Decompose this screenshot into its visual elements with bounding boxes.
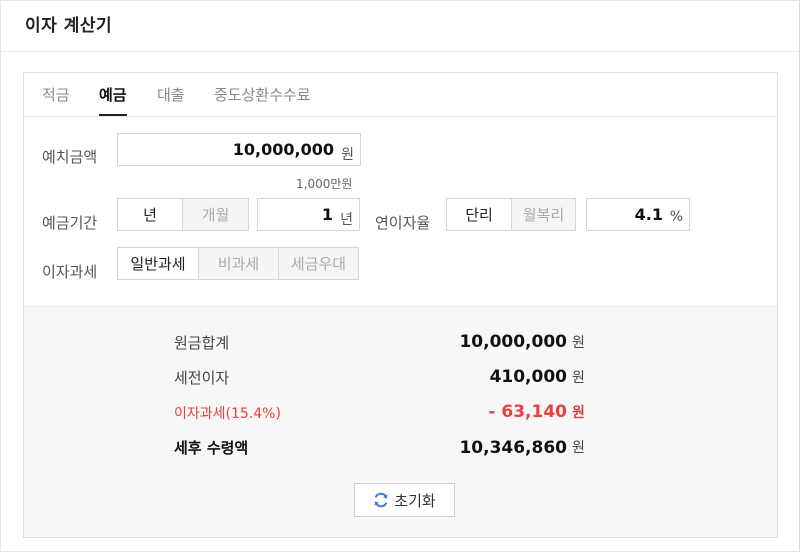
pretax-interest-unit: 원 [572, 370, 585, 386]
principal-total-label: 원금합계 [174, 334, 230, 352]
tab-deposit[interactable]: 예금 [99, 84, 127, 116]
principal-total-value: 10,000,000 [459, 332, 567, 352]
tab-prepayment-fee[interactable]: 중도상환수수료 [214, 84, 311, 116]
deposit-period-value: 1 [321, 205, 333, 224]
deposit-period-unit: 년 [340, 212, 353, 228]
app-title: 이자 계산기 [25, 16, 113, 36]
tax-exempt-button[interactable]: 비과세 [198, 248, 278, 279]
interest-tax-label: 이자과세 [42, 263, 98, 281]
interest-tax-result-value: - 63,140 [488, 402, 567, 422]
monthly-compound-button[interactable]: 월복리 [511, 199, 575, 230]
deposit-period-input[interactable]: 1 년 [257, 198, 360, 231]
annual-rate-unit: % [669, 209, 683, 225]
net-amount-value: 10,346,860 [459, 438, 567, 458]
calculator-panel: 적금 예금 대출 중도상환수수료 예치금액 10,000,000 원 1,000… [23, 72, 778, 538]
pretax-interest-value: 410,000 [489, 367, 567, 387]
result-area: 원금합계 10,000,000 원 세전이자 410,000 원 이자과세(15… [24, 306, 777, 537]
net-amount-label: 세후 수령액 [174, 439, 249, 457]
annual-rate-label: 연이자율 [375, 214, 431, 232]
tax-preferential-button[interactable]: 세금우대 [278, 248, 358, 279]
interest-tax-result-unit: 원 [572, 405, 585, 421]
tab-bar: 적금 예금 대출 중도상환수수료 [24, 73, 777, 117]
deposit-amount-label: 예치금액 [42, 148, 98, 166]
deposit-amount-value: 10,000,000 [232, 140, 334, 159]
reset-button-label: 초기화 [394, 491, 436, 510]
deposit-period-label: 예금기간 [42, 214, 98, 232]
simple-interest-button[interactable]: 단리 [447, 199, 511, 230]
calculator-window: 이자 계산기 적금 예금 대출 중도상환수수료 예치금액 10,000,000 … [0, 0, 800, 552]
deposit-amount-unit: 원 [341, 147, 354, 163]
header: 이자 계산기 [1, 1, 799, 52]
annual-rate-input[interactable]: 4.1 % [586, 198, 690, 231]
annual-rate-value: 4.1 [634, 205, 663, 224]
pretax-interest-label: 세전이자 [174, 369, 230, 387]
interest-tax-result-label: 이자과세(15.4%) [174, 406, 281, 422]
principal-total-unit: 원 [572, 335, 585, 351]
net-amount-unit: 원 [572, 440, 585, 456]
period-unit-month-button[interactable]: 개월 [182, 199, 248, 230]
interest-type-toggle: 단리 월복리 [446, 198, 576, 231]
refresh-icon [373, 492, 389, 508]
period-unit-year-button[interactable]: 년 [118, 199, 182, 230]
deposit-amount-input[interactable]: 10,000,000 원 [117, 133, 361, 166]
period-unit-toggle: 년 개월 [117, 198, 249, 231]
tax-type-toggle: 일반과세 비과세 세금우대 [117, 247, 359, 280]
tax-general-button[interactable]: 일반과세 [118, 248, 198, 279]
tab-loan[interactable]: 대출 [157, 84, 185, 116]
deposit-amount-hint: 1,000만원 [296, 177, 353, 191]
reset-button[interactable]: 초기화 [354, 483, 455, 517]
tab-installment-savings[interactable]: 적금 [42, 84, 70, 116]
